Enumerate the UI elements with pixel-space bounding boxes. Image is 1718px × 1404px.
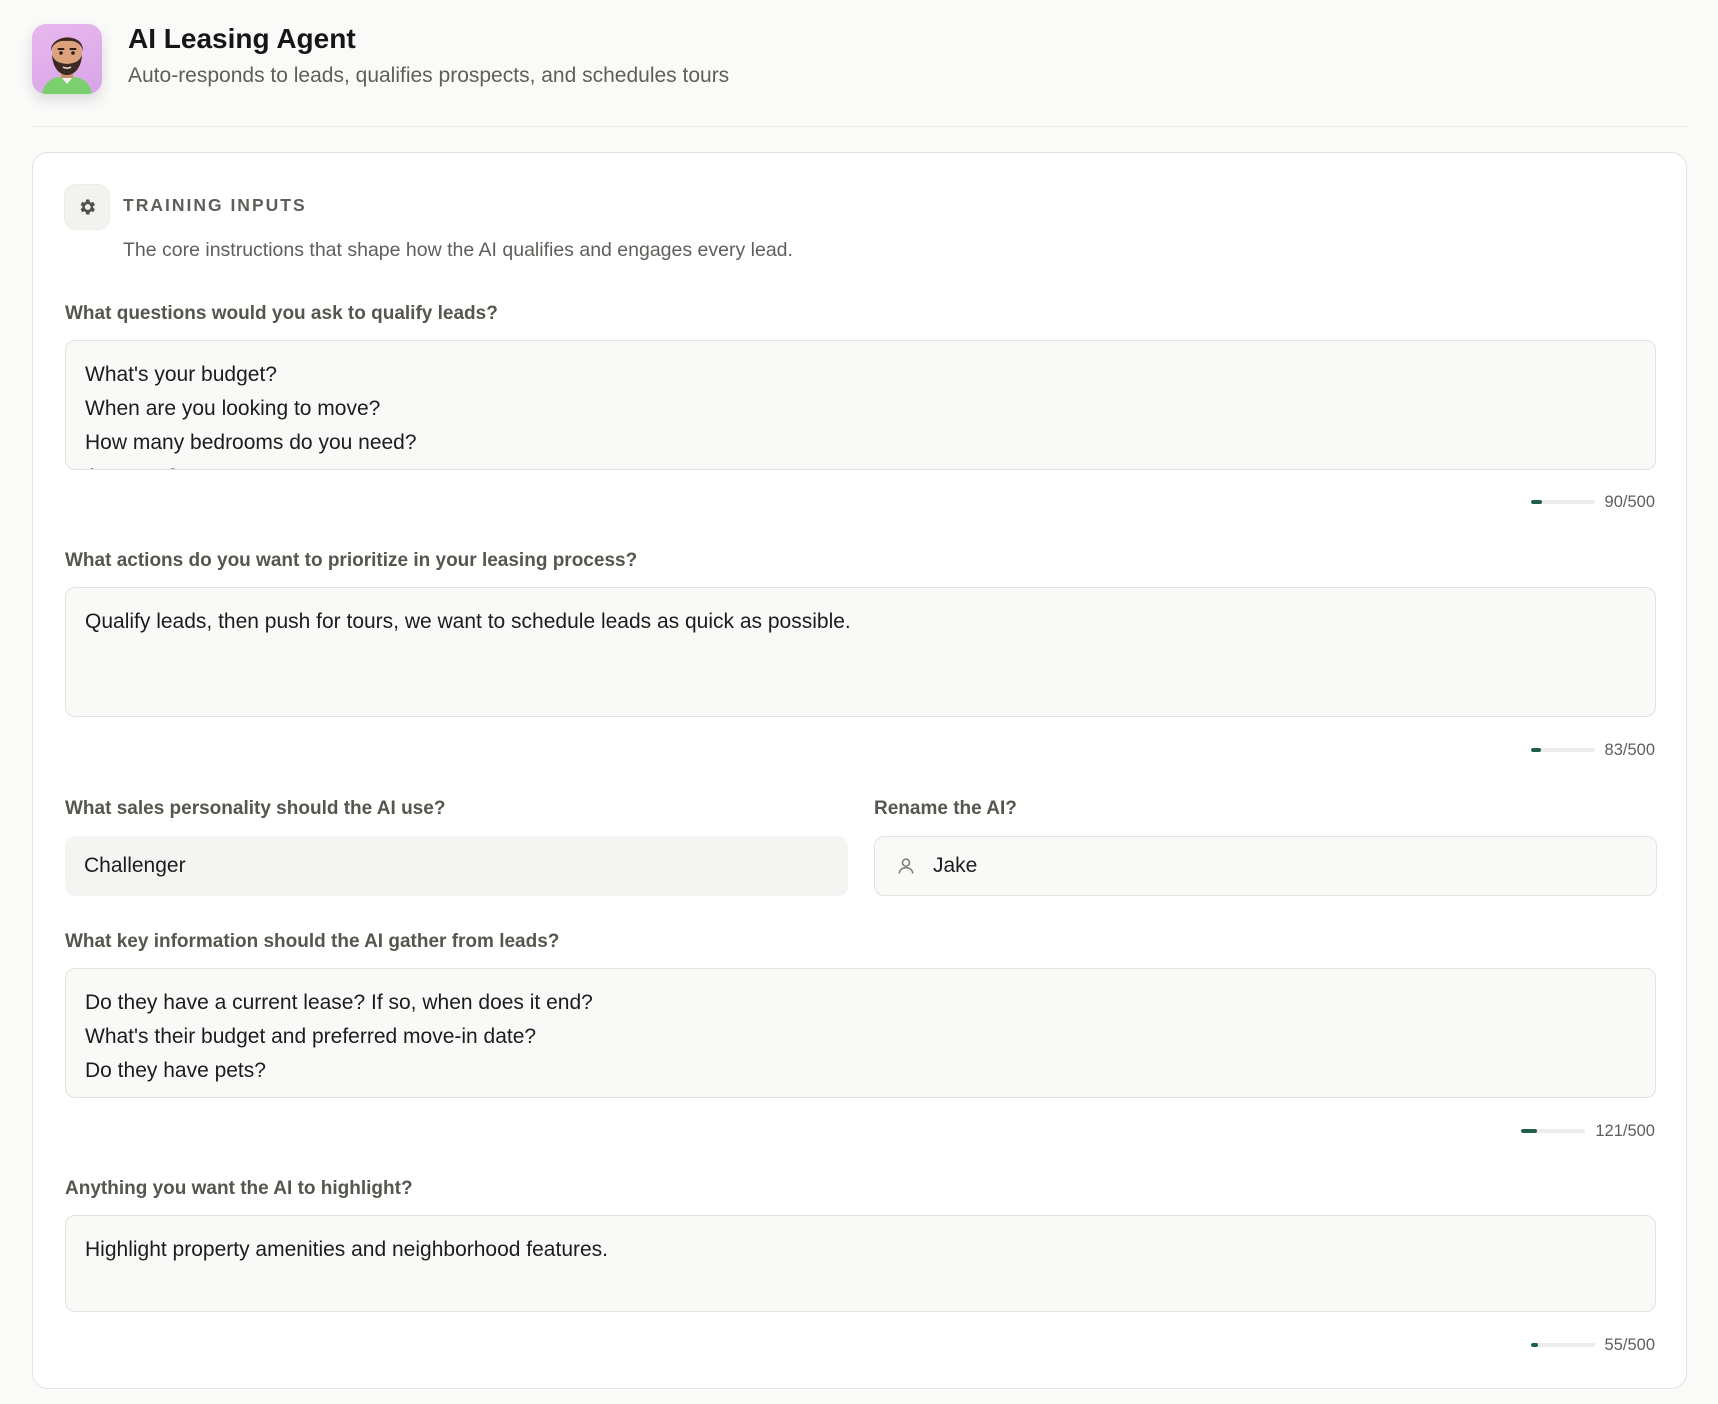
qualify-questions-textarea[interactable]: What's your budget? When are you looking… <box>65 340 1656 470</box>
textarea-line: Do they have a current lease? If so, whe… <box>85 991 593 1014</box>
char-progress-bar <box>1530 748 1595 752</box>
textarea-line: Do they have pets? <box>85 1059 266 1082</box>
training-inputs-card: TRAINING INPUTS The core instructions th… <box>32 152 1687 1389</box>
section-title: TRAINING INPUTS <box>123 195 307 215</box>
page: AI Leasing Agent Auto-responds to leads,… <box>0 0 1718 1404</box>
sales-personality-label: What sales personality should the AI use… <box>65 798 446 819</box>
textarea-line: What's your budget? <box>85 363 277 386</box>
key-info-char-counter: 121/500 <box>1521 1121 1655 1141</box>
section-description: The core instructions that shape how the… <box>123 239 793 261</box>
gear-icon <box>80 199 95 215</box>
char-count: 55/500 <box>1604 1335 1655 1354</box>
sales-personality-select[interactable]: Challenger <box>65 836 848 896</box>
highlight-textarea[interactable]: Highlight property amenities and neighbo… <box>65 1215 1656 1312</box>
section-icon-box <box>64 184 110 230</box>
rename-ai-input[interactable]: Jake <box>874 836 1657 896</box>
textarea-line: Qualify leads, then push for tours, we w… <box>85 610 851 633</box>
char-count: 121/500 <box>1595 1121 1655 1140</box>
char-progress-fill <box>1530 500 1543 504</box>
char-progress-fill <box>1530 748 1542 752</box>
textarea-line: How many bedrooms do you need? <box>85 431 417 454</box>
bearded-man-avatar-icon <box>42 37 92 94</box>
char-progress-bar <box>1530 500 1595 504</box>
qualify-questions-label: What questions would you ask to qualify … <box>65 303 498 324</box>
prioritize-actions-label: What actions do you want to prioritize i… <box>65 550 638 571</box>
char-progress-bar <box>1521 1129 1586 1133</box>
rename-ai-label: Rename the AI? <box>874 798 1017 819</box>
textarea-line: When are you looking to move? <box>85 397 381 420</box>
avatar <box>32 24 102 94</box>
page-subtitle: Auto-responds to leads, qualifies prospe… <box>128 64 730 87</box>
highlight-label: Anything you want the AI to highlight? <box>65 1178 413 1199</box>
key-info-textarea[interactable]: Do they have a current lease? If so, whe… <box>65 968 1656 1098</box>
highlight-char-counter: 55/500 <box>1530 1335 1655 1355</box>
char-progress-bar <box>1530 1343 1595 1347</box>
prioritize-actions-textarea[interactable]: Qualify leads, then push for tours, we w… <box>65 587 1656 717</box>
textarea-line: Highlight property amenities and neighbo… <box>85 1238 609 1261</box>
page-title: AI Leasing Agent <box>128 23 356 54</box>
qualify-char-counter: 90/500 <box>1530 492 1655 512</box>
textarea-line: Any pets? <box>85 460 1636 469</box>
char-progress-fill <box>1530 1343 1538 1347</box>
user-icon <box>895 855 917 877</box>
char-count: 90/500 <box>1604 492 1655 511</box>
char-progress-fill <box>1521 1129 1537 1133</box>
sales-personality-value: Challenger <box>84 854 186 877</box>
key-info-label: What key information should the AI gathe… <box>65 931 560 952</box>
rename-ai-value: Jake <box>933 854 978 877</box>
agent-header: AI Leasing Agent Auto-responds to leads,… <box>32 22 1688 127</box>
actions-char-counter: 83/500 <box>1530 740 1655 760</box>
char-count: 83/500 <box>1604 740 1655 759</box>
textarea-line: What's their budget and preferred move-i… <box>85 1025 537 1048</box>
